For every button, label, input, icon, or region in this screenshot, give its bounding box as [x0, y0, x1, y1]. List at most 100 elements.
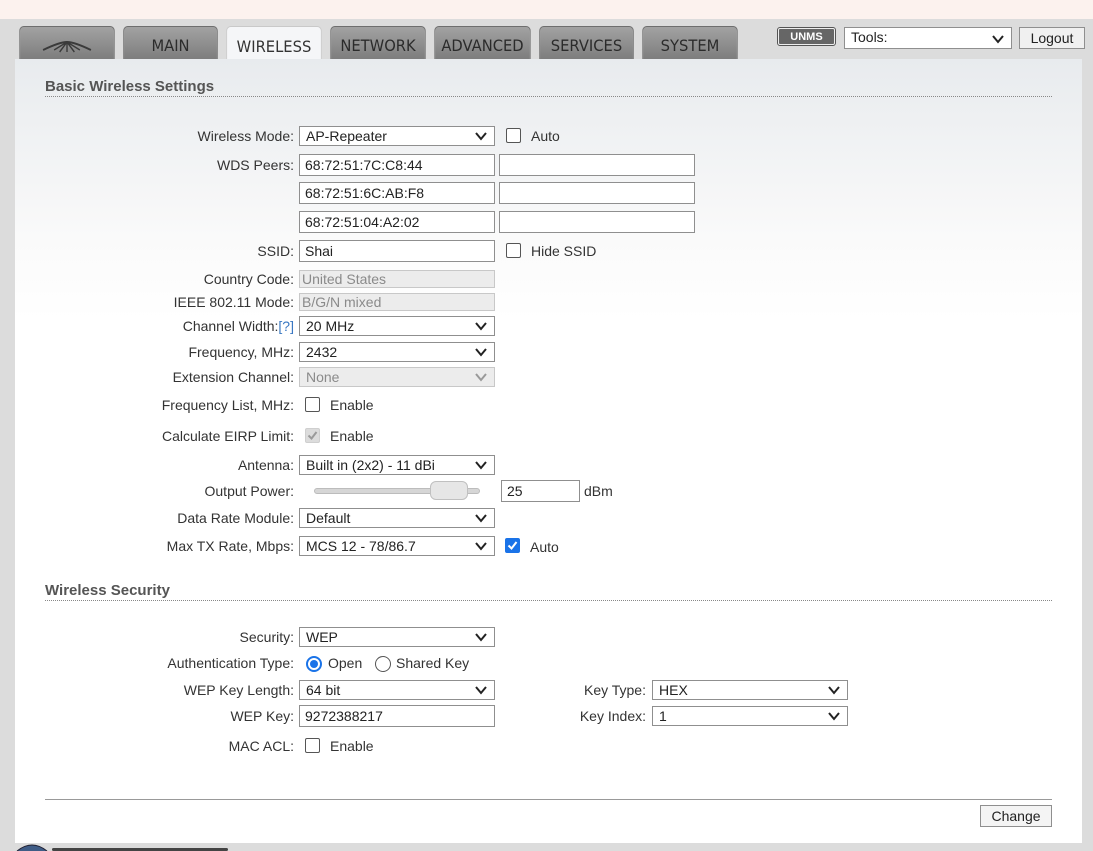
- mac-acl-label: MAC ACL:: [228, 738, 294, 754]
- output-power-row: Output Power: 25 dBm: [15, 479, 1082, 503]
- tab-wireless[interactable]: WIRELESS: [226, 26, 322, 61]
- antenna-select[interactable]: Built in (2x2) - 11 dBi: [299, 455, 495, 475]
- channel-width-help-link[interactable]: [?]: [278, 318, 294, 334]
- chevron-down-icon: [475, 514, 487, 523]
- tab-logo[interactable]: [19, 26, 115, 60]
- channel-width-select[interactable]: 20 MHz: [299, 316, 495, 336]
- hide-ssid-label: Hide SSID: [531, 243, 597, 259]
- shield-icon: [16, 844, 48, 851]
- frequency-list-label: Frequency List, MHz:: [161, 397, 294, 413]
- max-tx-rate-row: Max TX Rate, Mbps: MCS 12 - 78/86.7 Auto: [15, 534, 1082, 558]
- frequency-select[interactable]: 2432: [299, 342, 495, 362]
- section-divider: [45, 600, 1052, 601]
- wep-key-input[interactable]: 9272388217: [299, 705, 495, 727]
- wds-peer-2-extra-input[interactable]: [499, 182, 695, 204]
- key-type-select[interactable]: HEX: [652, 680, 848, 700]
- country-code-value: United States: [299, 270, 495, 288]
- auth-shared-key-radio[interactable]: [375, 656, 391, 672]
- chevron-down-icon: [475, 322, 487, 331]
- data-rate-module-row: Data Rate Module: Default: [15, 506, 1082, 530]
- check-icon: [307, 431, 318, 441]
- wep-key-length-row: WEP Key Length: 64 bit Key Type: HEX: [15, 678, 1082, 702]
- channel-width-row: Channel Width:[?] 20 MHz: [15, 314, 1082, 338]
- key-type-label: Key Type:: [583, 682, 646, 698]
- browser-top-strip: [0, 0, 1093, 19]
- wireless-settings-panel: Basic Wireless Settings Wireless Mode: A…: [15, 59, 1082, 843]
- chevron-down-icon: [475, 686, 487, 695]
- max-tx-rate-auto-label: Auto: [530, 539, 559, 555]
- auth-open-radio[interactable]: [306, 656, 322, 672]
- max-tx-rate-label: Max TX Rate, Mbps:: [166, 538, 294, 554]
- tab-services[interactable]: SERVICES: [539, 26, 634, 60]
- key-index-select[interactable]: 1: [652, 706, 848, 726]
- data-rate-module-select[interactable]: Default: [299, 508, 495, 528]
- frequency-list-enable-checkbox[interactable]: [305, 397, 320, 412]
- hide-ssid-checkbox[interactable]: [506, 243, 521, 258]
- unms-badge[interactable]: UNMS: [777, 27, 836, 46]
- output-power-input[interactable]: 25: [501, 480, 580, 502]
- frequency-row: Frequency, MHz: 2432: [15, 340, 1082, 364]
- wireless-security-title: Wireless Security: [45, 582, 170, 599]
- wds-peer-1-mac-input[interactable]: 68:72:51:7C:C8:44: [299, 154, 495, 176]
- tools-select[interactable]: Tools:: [844, 27, 1012, 49]
- country-code-label: Country Code:: [203, 271, 294, 287]
- wep-key-length-label: WEP Key Length:: [183, 682, 294, 698]
- logout-button[interactable]: Logout: [1019, 27, 1085, 49]
- frequency-label: Frequency, MHz:: [188, 344, 294, 360]
- chevron-down-icon: [828, 712, 840, 721]
- wireless-mode-auto-checkbox[interactable]: [506, 128, 521, 143]
- chevron-down-icon: [828, 686, 840, 695]
- wds-peer-3-extra-input[interactable]: [499, 211, 695, 233]
- ssid-label: SSID:: [257, 243, 294, 259]
- eirp-limit-enable-label: Enable: [330, 428, 374, 444]
- tab-main[interactable]: MAIN: [123, 26, 218, 60]
- max-tx-rate-auto-checkbox[interactable]: [505, 538, 520, 553]
- extension-channel-select: None: [299, 367, 495, 387]
- wds-peer-1-extra-input[interactable]: [499, 154, 695, 176]
- channel-width-label: Channel Width:[?]: [182, 318, 294, 334]
- mac-acl-enable-label: Enable: [330, 738, 374, 754]
- section-divider: [45, 96, 1052, 97]
- security-label: Security:: [239, 629, 294, 645]
- extension-channel-row: Extension Channel: None: [15, 365, 1082, 389]
- wds-peer-2-mac-input[interactable]: 68:72:51:6C:AB:F8: [299, 182, 495, 204]
- wep-key-label: WEP Key:: [230, 708, 294, 724]
- frequency-list-enable-label: Enable: [330, 397, 374, 413]
- ssid-row: SSID: Shai Hide SSID: [15, 239, 1082, 263]
- wds-peers-row: 68:72:51:6C:AB:F8: [15, 181, 1082, 205]
- chevron-down-icon: [475, 461, 487, 470]
- tab-advanced[interactable]: ADVANCED: [434, 26, 531, 60]
- basic-wireless-title: Basic Wireless Settings: [45, 78, 215, 95]
- chevron-down-icon: [475, 373, 487, 382]
- ieee-mode-row: IEEE 802.11 Mode: B/G/N mixed: [15, 290, 1082, 314]
- wireless-mode-auto-label: Auto: [531, 128, 560, 144]
- auth-type-row: Authentication Type: Open Shared Key: [15, 651, 1082, 675]
- security-select[interactable]: WEP: [299, 627, 495, 647]
- wep-key-row: WEP Key: 9272388217 Key Index: 1: [15, 704, 1082, 728]
- auth-type-label: Authentication Type:: [167, 655, 294, 671]
- chevron-down-icon: [475, 542, 487, 551]
- eirp-limit-enable-checkbox: [305, 428, 320, 443]
- antenna-row: Antenna: Built in (2x2) - 11 dBi: [15, 453, 1082, 477]
- output-power-label: Output Power:: [204, 483, 295, 499]
- wds-peers-label: WDS Peers:: [216, 157, 294, 173]
- wep-key-length-select[interactable]: 64 bit: [299, 680, 495, 700]
- auth-shared-key-label: Shared Key: [396, 655, 470, 671]
- max-tx-rate-select[interactable]: MCS 12 - 78/86.7: [299, 536, 495, 556]
- wds-peers-row: 68:72:51:04:A2:02: [15, 210, 1082, 234]
- change-button[interactable]: Change: [980, 805, 1052, 827]
- eirp-limit-label: Calculate EIRP Limit:: [161, 428, 294, 444]
- wds-peer-3-mac-input[interactable]: 68:72:51:04:A2:02: [299, 211, 495, 233]
- wireless-mode-row: Wireless Mode: AP-Repeater Auto: [15, 124, 1082, 148]
- wds-peers-row: WDS Peers: 68:72:51:7C:C8:44: [15, 153, 1082, 177]
- mac-acl-enable-checkbox[interactable]: [305, 738, 320, 753]
- chevron-down-icon: [475, 348, 487, 357]
- extension-channel-label: Extension Channel:: [172, 369, 294, 385]
- wireless-mode-select[interactable]: AP-Repeater: [299, 126, 495, 146]
- ssid-input[interactable]: Shai: [299, 240, 495, 262]
- output-power-slider-handle[interactable]: [429, 481, 468, 500]
- eirp-limit-row: Calculate EIRP Limit: Enable: [15, 424, 1082, 448]
- tab-system[interactable]: SYSTEM: [642, 26, 738, 60]
- tab-network[interactable]: NETWORK: [330, 26, 426, 60]
- data-rate-module-label: Data Rate Module:: [177, 510, 294, 526]
